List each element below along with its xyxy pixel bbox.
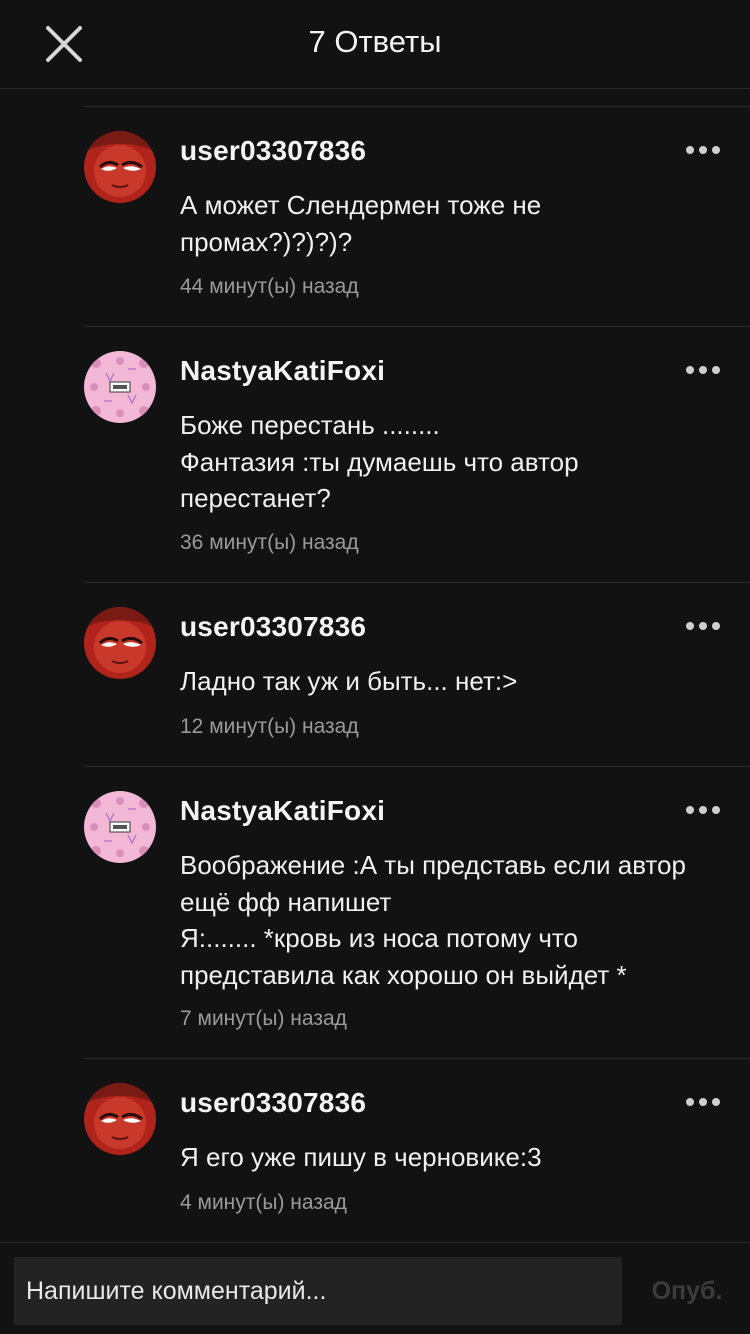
comment-timestamp: 12 минут(ы) назад xyxy=(180,715,359,738)
avatar[interactable] xyxy=(84,1083,156,1155)
more-options-button[interactable] xyxy=(686,141,726,155)
pink-pattern-avatar-icon xyxy=(84,351,156,423)
avatar[interactable] xyxy=(84,791,156,863)
comment-text: Воображение :А ты представь если автор е… xyxy=(180,850,686,990)
replies-screen: 7 Ответы user03307836 А может Слендермен… xyxy=(0,0,750,1334)
post-button[interactable]: Опуб. xyxy=(634,1257,740,1325)
comment-timestamp: 44 минут(ы) назад xyxy=(180,275,359,298)
comment-item: NastyaKatiFoxi Боже перестань ........ Ф… xyxy=(84,326,750,582)
comment-item: NastyaKatiFoxi Воображение :А ты предста… xyxy=(84,766,750,1058)
more-options-button[interactable] xyxy=(686,617,726,631)
red-character-avatar-icon xyxy=(84,1083,156,1155)
comment-username[interactable]: NastyaKatiFoxi xyxy=(180,355,385,387)
avatar[interactable] xyxy=(84,607,156,679)
comment-text: Боже перестань ........ Фантазия :ты дум… xyxy=(180,410,579,513)
pink-pattern-avatar-icon xyxy=(84,791,156,863)
comment-input-container xyxy=(14,1257,622,1325)
comment-text: Ладно так уж и быть... нет:> xyxy=(180,666,518,696)
header: 7 Ответы xyxy=(0,0,750,89)
comment-username[interactable]: user03307836 xyxy=(180,135,366,167)
comment-item: user03307836 Ладно так уж и быть... нет:… xyxy=(84,582,750,766)
comment-username[interactable]: user03307836 xyxy=(180,611,366,643)
page-title: 7 Ответы xyxy=(308,24,442,59)
comment-username[interactable]: NastyaKatiFoxi xyxy=(180,795,385,827)
more-options-button[interactable] xyxy=(686,1093,726,1107)
red-character-avatar-icon xyxy=(84,607,156,679)
red-character-avatar-icon xyxy=(84,131,156,203)
comment-timestamp: 36 минут(ы) назад xyxy=(180,531,359,554)
more-options-button[interactable] xyxy=(686,361,726,375)
comment-timestamp: 4 минут(ы) назад xyxy=(180,1191,347,1214)
more-options-button[interactable] xyxy=(686,801,726,815)
comment-text: Я его уже пишу в черновике:3 xyxy=(180,1142,542,1172)
avatar[interactable] xyxy=(84,351,156,423)
comment-item: user03307836 Я его уже пишу в черновике:… xyxy=(84,1058,750,1242)
comment-item: user03307836 А может Слендермен тоже не … xyxy=(84,106,750,326)
comment-timestamp: 7 минут(ы) назад xyxy=(180,1007,347,1030)
comment-list: user03307836 А может Слендермен тоже не … xyxy=(84,106,750,1242)
avatar[interactable] xyxy=(84,131,156,203)
comment-username[interactable]: user03307836 xyxy=(180,1087,366,1119)
comment-text: А может Слендермен тоже не промах?)?)?)? xyxy=(180,190,542,257)
comment-input[interactable] xyxy=(14,1257,622,1325)
comment-composer: Опуб. xyxy=(0,1242,750,1334)
